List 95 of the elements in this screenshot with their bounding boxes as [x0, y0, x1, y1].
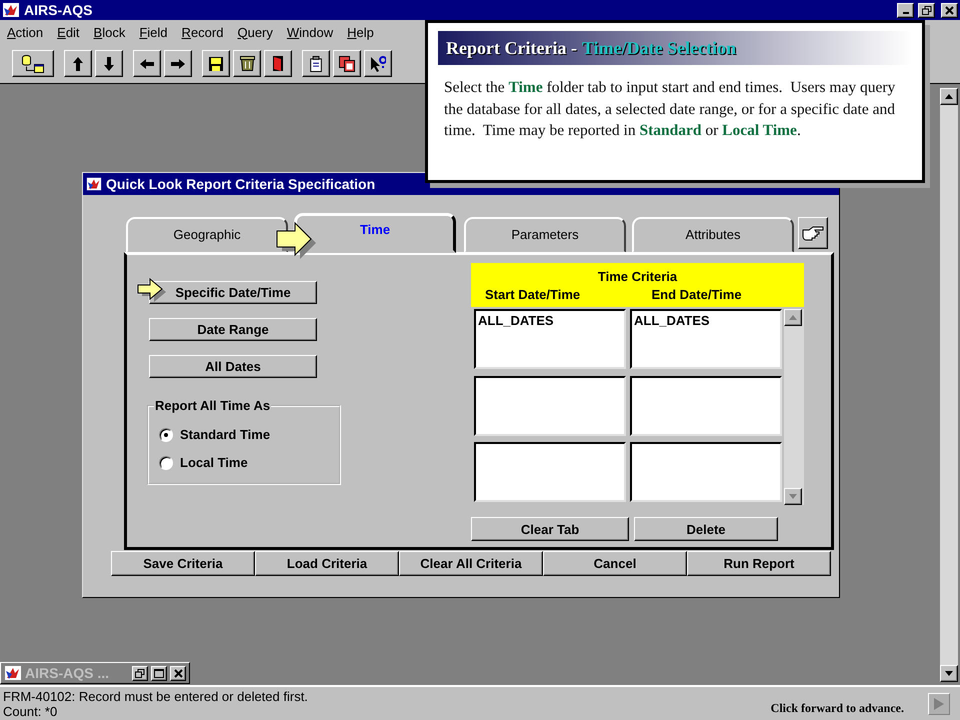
callout-text: Select the Time folder tab to input start and end times. Users may query the database for all dates, a selected date range, or for a specific date and time. Time may be reported in Standard or Local Time.: [444, 78, 896, 141]
forward-button[interactable]: [928, 692, 950, 714]
restore-button[interactable]: [918, 2, 935, 18]
menu-item[interactable]: Query: [232, 24, 278, 40]
right-arrow-icon: [171, 58, 185, 68]
help-cursor-icon: [370, 56, 386, 72]
column-header: Start Date/Time: [484, 286, 582, 302]
group-title: Report All Time As: [154, 398, 272, 413]
right-button[interactable]: [164, 50, 192, 77]
app-logo-icon: [86, 176, 102, 192]
status-message: FRM-40102: Record must be entered or deleted first.: [3, 688, 309, 704]
scroll-up-button[interactable]: [784, 309, 802, 326]
pointing-hand-icon: [801, 224, 825, 242]
scrollbar[interactable]: [784, 309, 804, 505]
app-title: AIRS-AQS: [24, 2, 94, 18]
restore-icon: [922, 6, 932, 14]
menu-item[interactable]: Window: [282, 24, 338, 40]
grid-title: Time Criteria: [598, 268, 678, 284]
list-button[interactable]: [302, 50, 330, 77]
restore-icon: [135, 668, 145, 678]
menu-item[interactable]: Edit: [52, 24, 85, 40]
tab[interactable]: Time: [294, 213, 456, 253]
callout-title: Report Criteria -: [446, 38, 577, 58]
advance-hint: Click forward to advance.: [770, 701, 904, 716]
scroll-up-button[interactable]: [940, 88, 958, 105]
callout-subtitle: Time/Date Selection: [582, 38, 736, 58]
save-button[interactable]: [202, 50, 230, 77]
close-icon: [174, 668, 182, 678]
query-button[interactable]: [12, 50, 54, 77]
footer-button[interactable]: Run Report: [687, 551, 831, 576]
footer-button[interactable]: Clear All Criteria: [399, 551, 543, 576]
clipboard-icon: [310, 56, 322, 72]
date-option-button[interactable]: Date Range: [149, 318, 317, 341]
radio-label[interactable]: Local Time: [180, 455, 248, 470]
up-triangle-icon: [945, 94, 953, 99]
menu-item[interactable]: Record: [176, 24, 228, 40]
date-option-button[interactable]: Specific Date/Time: [149, 281, 317, 304]
minimize-icon: [902, 12, 908, 14]
up-arrow-icon: [73, 56, 83, 70]
up-triangle-icon: [789, 315, 797, 320]
left-button[interactable]: [133, 50, 161, 77]
menu-item[interactable]: Field: [134, 24, 173, 40]
record-count: Count: *0: [3, 704, 58, 718]
down-button[interactable]: [95, 50, 123, 77]
close-icon: [945, 6, 954, 14]
window-title: AIRS-AQS ...: [25, 665, 110, 681]
play-icon: [933, 696, 945, 710]
down-arrow-icon: [104, 56, 114, 70]
help-button[interactable]: [798, 217, 828, 249]
app-logo-icon: [4, 665, 22, 681]
column-header: End Date/Time: [650, 286, 743, 302]
restore-button[interactable]: [132, 666, 148, 680]
exit-button[interactable]: [264, 50, 292, 77]
database-window-icon: [22, 54, 44, 72]
date-option-button[interactable]: All Dates: [149, 355, 317, 378]
app-logo-icon: [2, 2, 20, 18]
radio-label[interactable]: Standard Time: [180, 427, 270, 442]
footer-button[interactable]: Save Criteria: [111, 551, 255, 576]
close-button[interactable]: [941, 2, 958, 18]
down-triangle-icon: [945, 671, 953, 676]
table-cell[interactable]: [474, 442, 626, 502]
trash-can-icon: [240, 56, 254, 71]
grid-action-button[interactable]: Delete: [634, 517, 778, 541]
delete-button[interactable]: [233, 50, 261, 77]
menu-item[interactable]: Action: [2, 24, 48, 40]
table-cell[interactable]: [630, 442, 782, 502]
scroll-down-button[interactable]: [784, 488, 802, 505]
radio-button[interactable]: [159, 456, 173, 470]
left-arrow-icon: [140, 58, 154, 68]
scrollbar[interactable]: [940, 88, 958, 682]
down-triangle-icon: [789, 494, 797, 499]
tab[interactable]: Attributes: [632, 217, 794, 253]
table-cell[interactable]: [474, 376, 626, 436]
table-cell[interactable]: ALL_DATES: [474, 309, 626, 369]
help-button[interactable]: [364, 50, 392, 77]
footer-button[interactable]: Cancel: [543, 551, 687, 576]
up-button[interactable]: [64, 50, 92, 77]
table-cell[interactable]: ALL_DATES: [630, 309, 782, 369]
maximize-button[interactable]: [151, 666, 167, 680]
menu-item[interactable]: Help: [342, 24, 379, 40]
windows-button[interactable]: [333, 50, 361, 77]
radio-button[interactable]: [159, 428, 173, 442]
dialog-title: Quick Look Report Criteria Specification: [106, 176, 376, 192]
grid-action-button[interactable]: Clear Tab: [471, 517, 629, 541]
door-icon: [273, 56, 283, 71]
table-cell[interactable]: [630, 376, 782, 436]
maximize-icon: [154, 668, 164, 678]
footer-button[interactable]: Load Criteria: [255, 551, 399, 576]
menu-item[interactable]: Block: [88, 24, 130, 40]
stacked-pages-icon: [339, 56, 355, 72]
scroll-down-button[interactable]: [940, 665, 958, 682]
tab[interactable]: Parameters: [464, 217, 626, 253]
tab[interactable]: Geographic: [126, 217, 288, 253]
minimize-button[interactable]: [897, 2, 914, 18]
close-button[interactable]: [170, 666, 186, 680]
